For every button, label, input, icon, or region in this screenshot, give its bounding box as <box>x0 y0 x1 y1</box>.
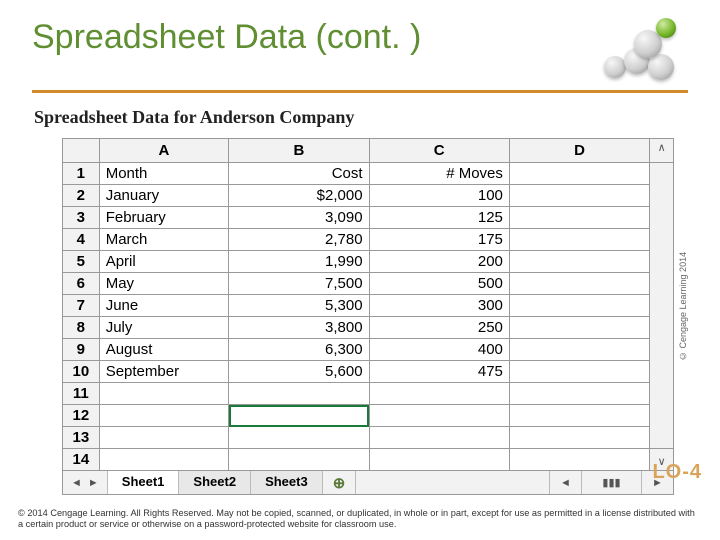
cell[interactable] <box>509 427 649 449</box>
scroll-left-icon[interactable]: ◄ <box>549 471 581 494</box>
select-all-corner[interactable] <box>63 139 100 163</box>
cell[interactable] <box>369 383 509 405</box>
cell[interactable] <box>509 273 649 295</box>
cell[interactable] <box>99 383 229 405</box>
row-header[interactable]: 1 <box>63 163 100 185</box>
cell[interactable] <box>509 185 649 207</box>
row-header[interactable]: 2 <box>63 185 100 207</box>
row-header[interactable]: 8 <box>63 317 100 339</box>
cell[interactable]: 175 <box>369 229 509 251</box>
tab-sheet3[interactable]: Sheet3 <box>251 471 323 494</box>
cell[interactable]: 6,300 <box>229 339 369 361</box>
cell[interactable] <box>509 339 649 361</box>
vertical-scrollbar[interactable] <box>650 163 674 449</box>
cell[interactable]: September <box>99 361 229 383</box>
cell[interactable] <box>509 405 649 427</box>
nav-next-icon[interactable]: ► <box>88 477 99 489</box>
cell[interactable]: 475 <box>369 361 509 383</box>
row-header[interactable]: 13 <box>63 427 100 449</box>
cell[interactable] <box>99 405 229 427</box>
cell[interactable]: 100 <box>369 185 509 207</box>
spreadsheet-grid: A B C D ∧ 1 Month Cost # Moves 2January$… <box>62 138 674 471</box>
row-header[interactable]: 11 <box>63 383 100 405</box>
cell[interactable]: 300 <box>369 295 509 317</box>
col-header-d[interactable]: D <box>509 139 649 163</box>
cell[interactable] <box>509 295 649 317</box>
row-header[interactable]: 12 <box>63 405 100 427</box>
col-header-a[interactable]: A <box>99 139 229 163</box>
cell[interactable]: March <box>99 229 229 251</box>
cell[interactable]: 1,990 <box>229 251 369 273</box>
slide-title: Spreadsheet Data (cont. ) <box>32 18 421 57</box>
cell[interactable]: July <box>99 317 229 339</box>
add-sheet-button[interactable]: ⊕ <box>323 471 357 494</box>
col-header-c[interactable]: C <box>369 139 509 163</box>
figure-subhead: Spreadsheet Data for Anderson Company <box>34 107 688 128</box>
col-header-b[interactable]: B <box>229 139 369 163</box>
cell[interactable] <box>509 449 649 471</box>
horizontal-scrollbar[interactable]: ▮▮▮ <box>581 471 641 494</box>
cell[interactable] <box>369 449 509 471</box>
cell[interactable] <box>229 383 369 405</box>
selected-cell[interactable] <box>229 405 369 427</box>
row-header[interactable]: 9 <box>63 339 100 361</box>
image-credit: © Cengage Learning 2014 <box>678 138 702 475</box>
cell[interactable] <box>369 427 509 449</box>
cell[interactable] <box>99 449 229 471</box>
cell[interactable]: 3,090 <box>229 207 369 229</box>
cell[interactable] <box>229 449 369 471</box>
cell[interactable]: 5,300 <box>229 295 369 317</box>
cell[interactable] <box>229 427 369 449</box>
cell[interactable] <box>509 251 649 273</box>
nav-prev-icon[interactable]: ◄ <box>71 477 82 489</box>
cell[interactable]: Cost <box>229 163 369 185</box>
row-header[interactable]: 3 <box>63 207 100 229</box>
learning-objective-tag: LO-4 <box>652 461 702 484</box>
cell[interactable]: February <box>99 207 229 229</box>
cell[interactable]: 500 <box>369 273 509 295</box>
cell[interactable]: April <box>99 251 229 273</box>
title-rule <box>32 90 688 93</box>
cell[interactable] <box>369 405 509 427</box>
copyright-footer: © 2014 Cengage Learning. All Rights Rese… <box>18 508 702 530</box>
cell[interactable]: June <box>99 295 229 317</box>
row-header[interactable]: 5 <box>63 251 100 273</box>
cell[interactable]: May <box>99 273 229 295</box>
cell[interactable]: # Moves <box>369 163 509 185</box>
cell[interactable]: August <box>99 339 229 361</box>
cell[interactable] <box>509 163 649 185</box>
cell[interactable]: 5,600 <box>229 361 369 383</box>
tab-sheet2[interactable]: Sheet2 <box>179 471 251 494</box>
cell[interactable]: $2,000 <box>229 185 369 207</box>
cell[interactable]: Month <box>99 163 229 185</box>
row-header[interactable]: 6 <box>63 273 100 295</box>
cell[interactable]: 200 <box>369 251 509 273</box>
cell[interactable]: 2,780 <box>229 229 369 251</box>
cell[interactable]: 400 <box>369 339 509 361</box>
cell[interactable]: 7,500 <box>229 273 369 295</box>
cell[interactable] <box>509 383 649 405</box>
row-header[interactable]: 10 <box>63 361 100 383</box>
cell[interactable] <box>509 317 649 339</box>
cell[interactable] <box>99 427 229 449</box>
scroll-up-icon[interactable]: ∧ <box>650 139 674 163</box>
cell[interactable]: January <box>99 185 229 207</box>
cell[interactable]: 3,800 <box>229 317 369 339</box>
cell[interactable]: 250 <box>369 317 509 339</box>
cell[interactable]: 125 <box>369 207 509 229</box>
tab-sheet1[interactable]: Sheet1 <box>108 471 180 494</box>
cell[interactable] <box>509 229 649 251</box>
row-header[interactable]: 14 <box>63 449 100 471</box>
row-header[interactable]: 7 <box>63 295 100 317</box>
sheet-tab-bar: ◄ ► Sheet1 Sheet2 Sheet3 ⊕ ◄ ▮▮▮ ► <box>62 471 674 495</box>
row-header[interactable]: 4 <box>63 229 100 251</box>
tab-nav-buttons[interactable]: ◄ ► <box>63 471 108 494</box>
cell[interactable] <box>509 361 649 383</box>
cell[interactable] <box>509 207 649 229</box>
decor-spheres <box>598 18 688 88</box>
